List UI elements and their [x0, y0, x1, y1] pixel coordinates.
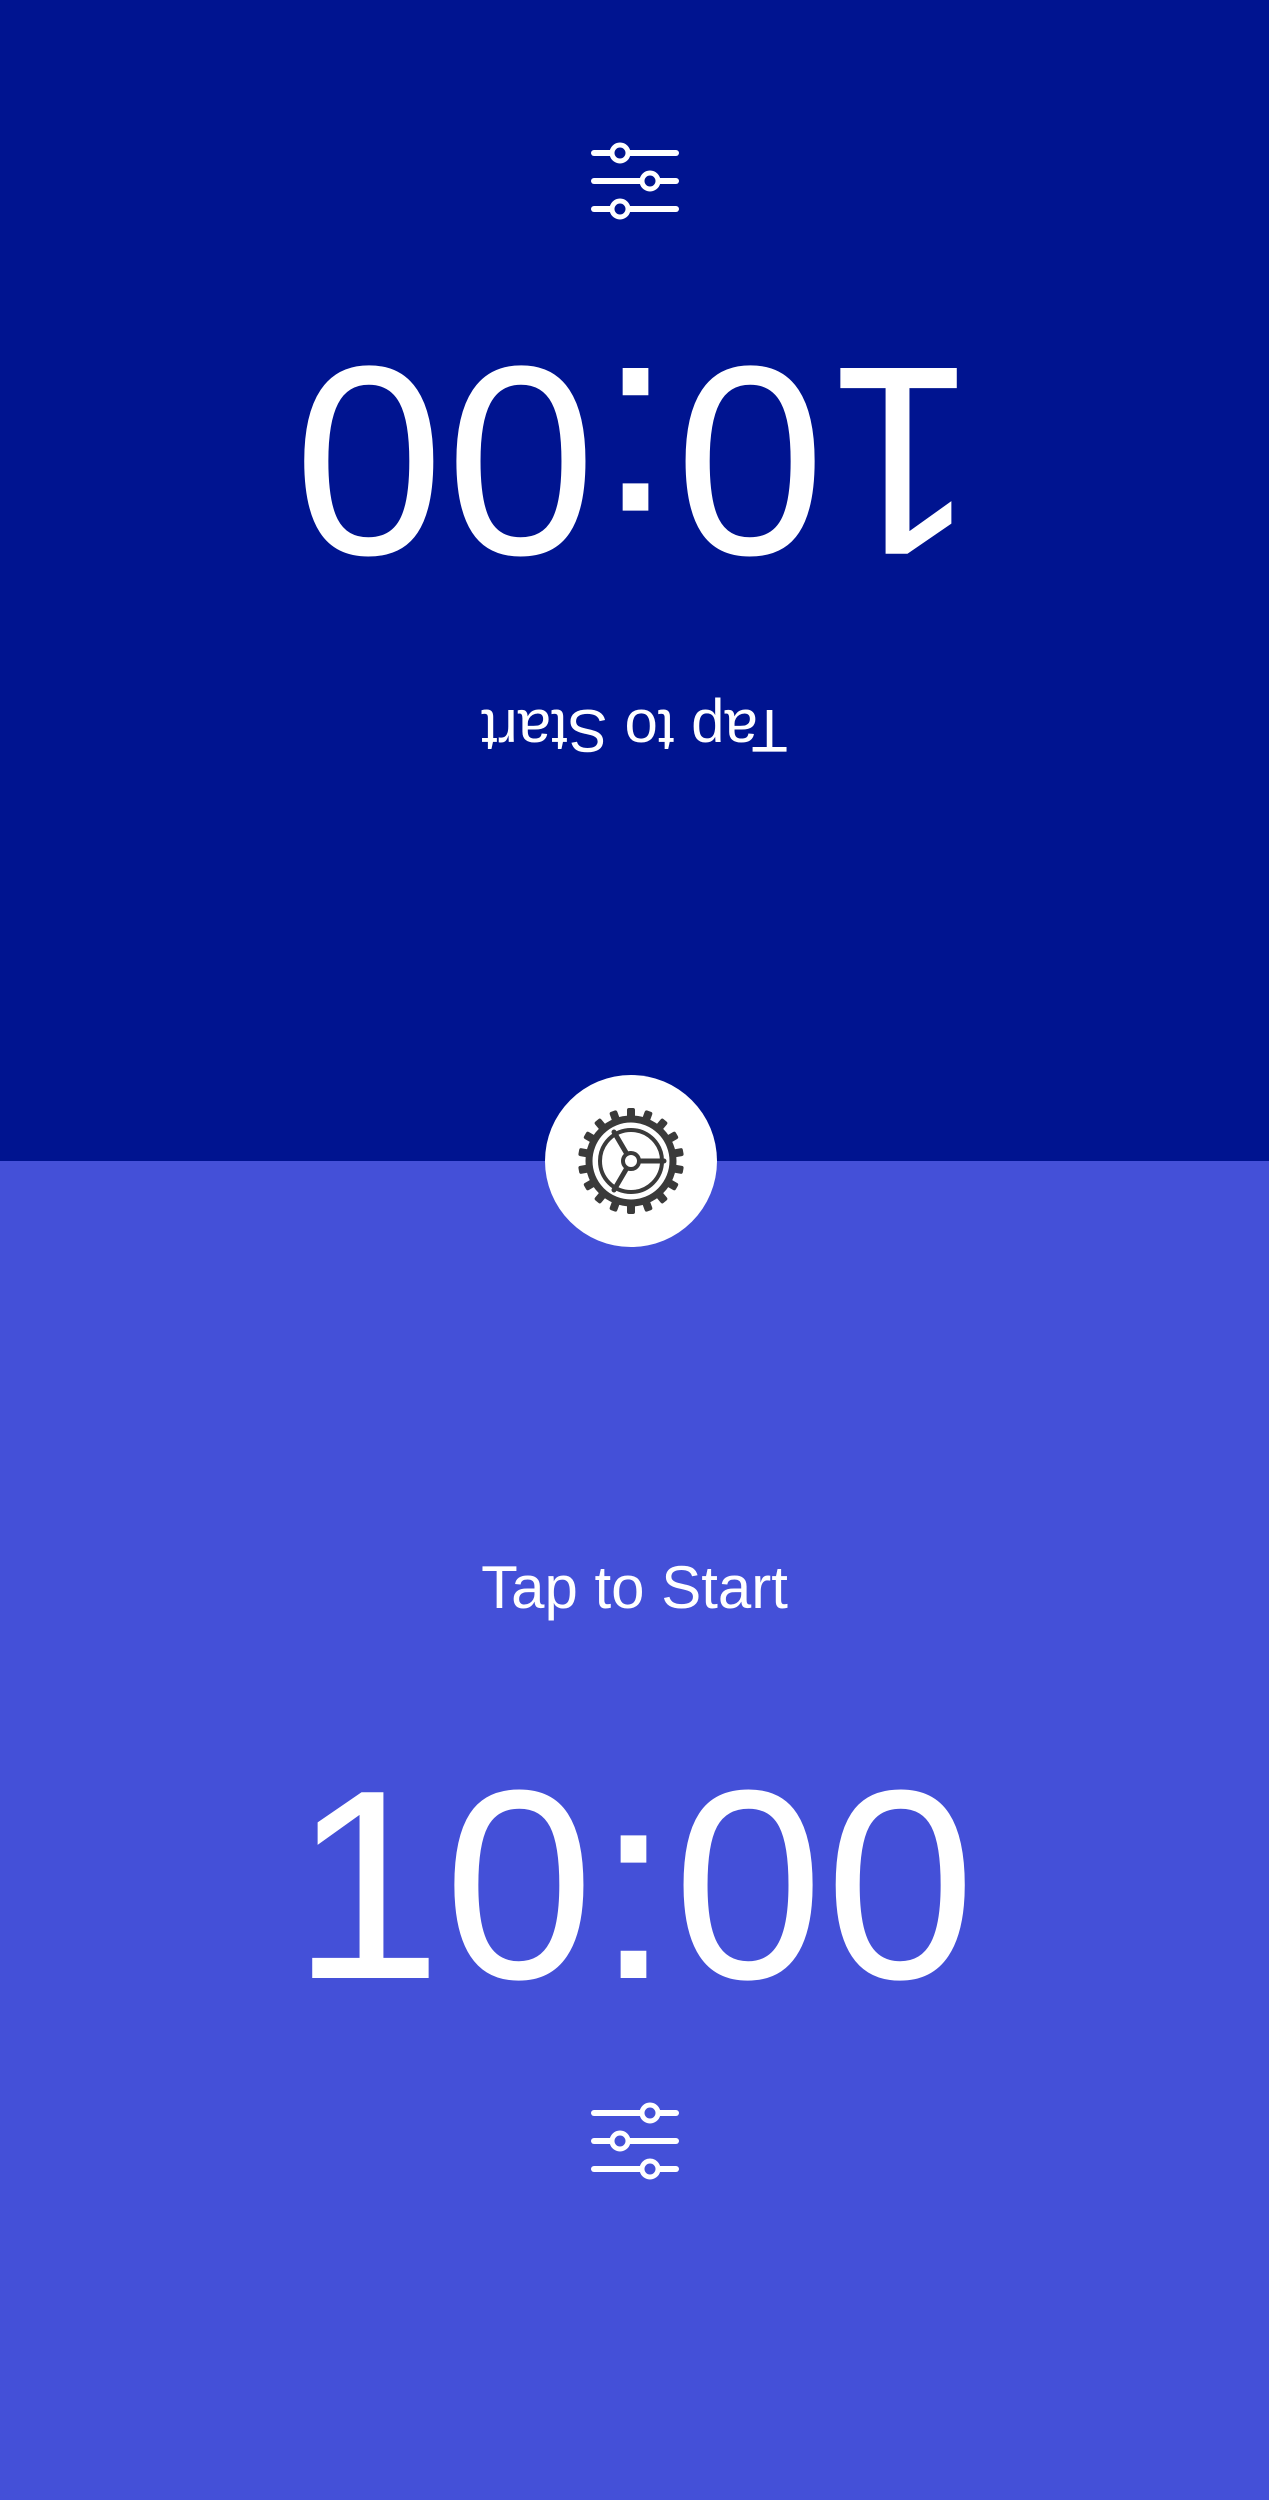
- sliders-icon: [591, 2102, 679, 2180]
- settings-button[interactable]: [545, 1075, 717, 1247]
- sliders-icon: [591, 142, 679, 220]
- bottom-time-settings-button[interactable]: [585, 2091, 685, 2191]
- top-clock-time: 10:00: [291, 310, 978, 611]
- top-time-settings-button[interactable]: [585, 131, 685, 231]
- gear-icon: [578, 1108, 684, 1214]
- top-tap-to-start: Tap to Start: [481, 697, 788, 764]
- top-player-panel[interactable]: 10:00 Tap to Start: [0, 0, 1269, 1161]
- bottom-clock-time: 10:00: [291, 1735, 978, 2036]
- bottom-tap-to-start: Tap to Start: [481, 1554, 788, 1621]
- chess-clock: 10:00 Tap to Start Tap to Start 10:00: [0, 0, 1269, 2500]
- bottom-player-panel[interactable]: Tap to Start 10:00: [0, 1161, 1269, 2500]
